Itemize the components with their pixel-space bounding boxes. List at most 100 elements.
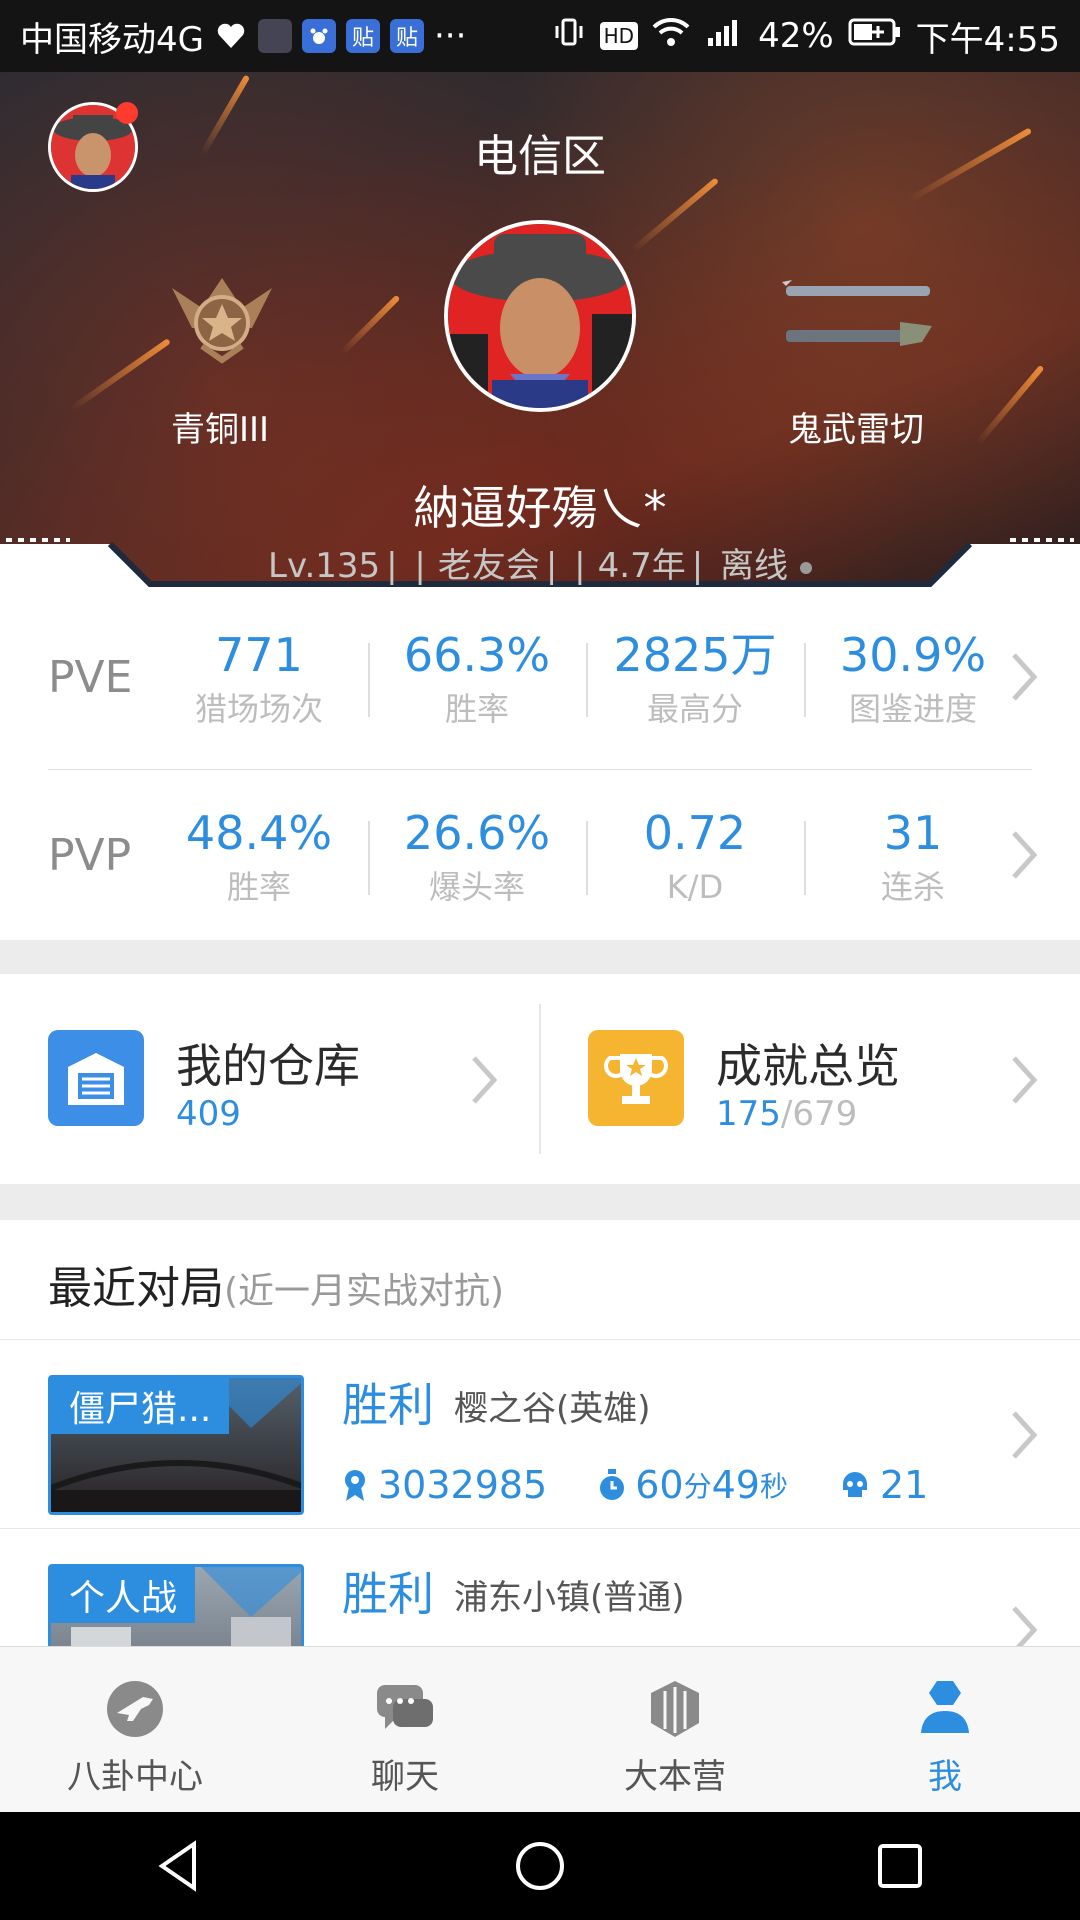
warehouse-title: 我的仓库 [176, 1039, 360, 1093]
pvp-stats-row[interactable]: PVP 48.4% 胜率 26.6% 爆头率 0.72 K/D 31 连杀 [0, 770, 1080, 940]
match-map: 樱之谷(英雄) [454, 1389, 651, 1429]
match-score: 3032985 [342, 1463, 547, 1507]
pve-label: PVE [48, 651, 133, 703]
pve-stat-label: 胜率 [444, 690, 509, 728]
achievements-progress: 175/679 [716, 1094, 857, 1134]
stopwatch-icon [600, 1469, 625, 1500]
chevron-right-icon [1012, 1056, 1038, 1104]
online-status-text: 离线 [719, 546, 788, 586]
tab-label: 我 [928, 1757, 962, 1797]
match-result: 胜利 [342, 1378, 434, 1432]
match-duration: 60 分 49 秒 [599, 1463, 788, 1507]
level-text: Lv.135 [268, 546, 381, 586]
pve-stat: 30.9% 图鉴进度 [804, 623, 1022, 731]
weapon-icon [782, 280, 932, 346]
pvp-label: PVP [48, 829, 132, 881]
achievements-total: /679 [780, 1094, 858, 1134]
vibrate-icon [552, 15, 586, 58]
tieba-icon-2: 贴 [389, 19, 424, 53]
warehouse-icon [48, 1030, 144, 1126]
trophy-icon [588, 1030, 684, 1126]
pvp-stat-value: 0.72 [643, 806, 747, 860]
match-result: 胜利 [342, 1567, 434, 1621]
section-gap [0, 1184, 1080, 1220]
system-nav-bar [0, 1812, 1080, 1920]
player-info-line: Lv.135 | | 老友会 | | 4.7年 | 离线 [0, 538, 1080, 587]
skull-icon [843, 1472, 867, 1497]
home-icon[interactable] [510, 1836, 570, 1896]
chat-icon [377, 1685, 433, 1729]
chevron-right-icon [472, 1056, 498, 1104]
weapon-label: 鬼武雷切 [788, 410, 924, 450]
more-notifications: ··· [433, 16, 467, 56]
match-thumbnail: 个人战 [48, 1564, 304, 1646]
pve-stat-label: 猎场场次 [194, 690, 323, 728]
back-icon[interactable] [150, 1836, 210, 1896]
match-kills-value: 21 [880, 1463, 929, 1507]
match-score-value: 3032985 [378, 1463, 548, 1507]
recent-title: 最近对局(近一月实战对抗) [48, 1252, 504, 1316]
heart-icon [214, 19, 248, 53]
match-stats: 3032985 60 分 49 秒 21 [342, 1463, 980, 1507]
match-duration-sec: 49 [711, 1463, 760, 1507]
pve-stat: 2825万 最高分 [586, 623, 804, 731]
tab-me[interactable]: 我 [810, 1647, 1080, 1813]
warehouse-card[interactable]: 我的仓库 409 [0, 974, 540, 1184]
tab-chat[interactable]: 聊天 [270, 1647, 540, 1813]
match-duration-min: 60 [635, 1463, 684, 1507]
pve-stat-value: 771 [215, 628, 303, 682]
tieba-icon: 贴 [345, 19, 380, 53]
battery-icon [848, 16, 902, 56]
pve-stat-label: 图鉴进度 [848, 690, 977, 728]
pvp-stat-label: 胜率 [226, 868, 291, 906]
pvp-stat: 31 连杀 [804, 801, 1022, 909]
match-duration-sec-unit: 秒 [759, 1470, 788, 1503]
rank-label: 青铜III [170, 410, 270, 450]
tab-label: 八卦中心 [67, 1757, 203, 1797]
bottom-tab-bar: 八卦中心 聊天 大本营 我 [0, 1646, 1080, 1812]
match-row[interactable]: 个人战 胜利 浦东小镇(普通) [0, 1530, 1080, 1646]
pvp-stat: 0.72 K/D [586, 801, 804, 909]
server-title[interactable]: 电信区 [0, 120, 1080, 184]
pvp-stat-label: 连杀 [880, 868, 945, 906]
match-map: 浦东小镇(普通) [454, 1578, 685, 1618]
pvp-stat: 48.4% 胜率 [150, 801, 368, 909]
recent-title-main: 最近对局 [48, 1263, 224, 1314]
stats-panel: PVE 771 猎场场次 66.3% 胜率 2825万 最高分 30.9% 图鉴… [0, 592, 1080, 940]
pve-stats-row[interactable]: PVE 771 猎场场次 66.3% 胜率 2825万 最高分 30.9% 图鉴… [0, 592, 1080, 762]
warehouse-count: 409 [176, 1094, 241, 1134]
hexagon-icon [651, 1681, 699, 1737]
player-avatar[interactable] [444, 220, 636, 412]
recents-icon[interactable] [870, 1836, 930, 1896]
shortcut-cards: 我的仓库 409 成就总览 175/679 [0, 974, 1080, 1184]
achievements-done: 175 [716, 1094, 781, 1134]
pvp-stat-value: 31 [883, 806, 943, 860]
signal-icon [704, 16, 744, 57]
years-text: 4.7年 [597, 546, 686, 586]
carrier-label: 中国移动4G [20, 19, 204, 60]
recent-subtitle: (近一月实战对抗) [224, 1271, 505, 1312]
pve-stat: 66.3% 胜率 [368, 623, 586, 731]
chevron-right-icon [1012, 653, 1038, 701]
tab-base-camp[interactable]: 大本营 [540, 1647, 810, 1813]
pve-stat-value: 66.3% [403, 628, 551, 682]
user-icon [921, 1681, 969, 1733]
recent-matches-header: 最近对局(近一月实战对抗) [0, 1220, 1080, 1340]
chevron-right-icon [1012, 1606, 1038, 1646]
wifi-icon [652, 16, 690, 56]
section-gap [0, 940, 1080, 974]
achievements-title: 成就总览 [716, 1039, 900, 1093]
profile-hero: 电信区 青铜III 鬼武雷切 納逼好殤乀* Lv.135 | | 老友会 | |… [0, 72, 1080, 592]
chevron-right-icon [1012, 831, 1038, 879]
medal-icon [345, 1470, 365, 1501]
tab-gossip-center[interactable]: 八卦中心 [0, 1647, 270, 1813]
baidu-icon [301, 19, 336, 53]
battery-percent: 42% [758, 16, 834, 56]
match-row[interactable]: 僵尸猎... 胜利 樱之谷(英雄) 3032985 60 分 49 秒 21 [0, 1341, 1080, 1529]
chevron-right-icon [1012, 1411, 1038, 1459]
achievements-card[interactable]: 成就总览 175/679 [540, 974, 1080, 1184]
pvp-stat-value: 48.4% [185, 806, 333, 860]
match-duration-min-unit: 分 [683, 1470, 712, 1503]
status-dot [799, 561, 812, 574]
clock: 下午4:55 [915, 19, 1060, 60]
